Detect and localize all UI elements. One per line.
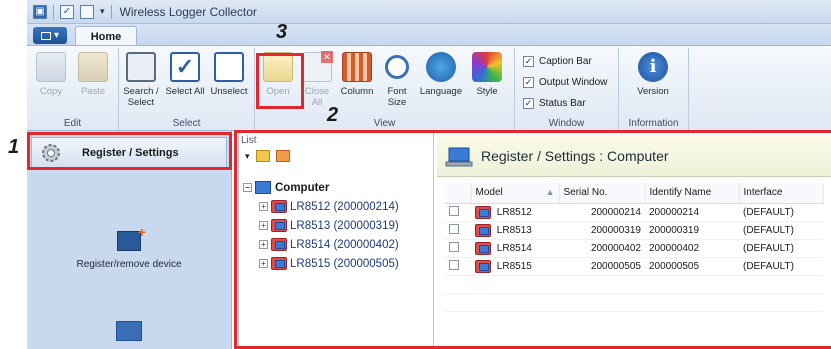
- group-edit: Copy Paste Edit: [27, 48, 119, 130]
- app-menu-dropdown: ▾: [53, 30, 60, 41]
- column-icon: [342, 52, 372, 82]
- paste-icon: [78, 52, 108, 82]
- unselect-label: Unselect: [210, 86, 248, 97]
- group-view-label: View: [373, 118, 396, 129]
- group-information-label: Information: [628, 118, 679, 129]
- status-bar-toggle[interactable]: ✓ Status Bar: [523, 98, 586, 109]
- quick-access-separator: [53, 4, 54, 19]
- font-size-label: Font Size: [387, 86, 407, 108]
- title-bar: ▣ ✓ ▾ Wireless Logger Collector: [27, 0, 831, 24]
- tab-home[interactable]: Home: [75, 26, 137, 47]
- output-window-checkbox[interactable]: ✓: [523, 77, 534, 88]
- annotation-box-register-settings: [27, 132, 232, 170]
- group-select: Search / Select ✓ Select All Unselect Se…: [119, 48, 255, 130]
- search-select-button[interactable]: Search / Select: [119, 52, 163, 108]
- title-separator: [110, 4, 112, 19]
- check-icon[interactable]: ✓: [60, 4, 74, 19]
- square-icon[interactable]: [80, 4, 94, 19]
- ribbon-tab-row: ▾ Home: [27, 24, 831, 47]
- language-label: Language: [419, 86, 463, 97]
- navigation-body: + Register/remove device: [31, 173, 227, 349]
- window-title: Wireless Logger Collector: [119, 4, 257, 19]
- callout-number-3: 3: [276, 21, 288, 43]
- style-label: Style: [476, 86, 498, 97]
- settings-device-icon: [116, 321, 142, 341]
- ribbon: Copy Paste Edit Search / Select ✓ Select…: [27, 45, 831, 131]
- group-select-label: Select: [172, 118, 201, 129]
- copy-label: Copy: [39, 86, 63, 97]
- info-icon: i: [638, 52, 668, 82]
- app-menu-icon: [40, 31, 51, 40]
- column-label: Column: [340, 86, 374, 97]
- select-all-label: Select All: [165, 86, 205, 97]
- output-window-toggle[interactable]: ✓ Output Window: [523, 77, 607, 88]
- paste-button[interactable]: Paste: [73, 52, 113, 97]
- unselect-icon: [214, 52, 244, 82]
- style-button[interactable]: Style: [467, 52, 507, 97]
- version-label: Version: [637, 86, 669, 97]
- paste-label: Paste: [80, 86, 106, 97]
- column-button[interactable]: Column: [337, 52, 377, 97]
- check-all-icon: ✓: [170, 52, 200, 82]
- quick-access-dropdown-icon[interactable]: ▾: [100, 6, 105, 17]
- app-icon[interactable]: ▣: [33, 4, 47, 19]
- close-all-label: Close All: [304, 86, 330, 108]
- application-menu-button[interactable]: ▾: [33, 27, 67, 44]
- select-all-button[interactable]: ✓ Select All: [165, 52, 205, 97]
- plus-icon: +: [137, 224, 146, 240]
- group-window-label: Window: [548, 118, 585, 129]
- status-bar-checkbox[interactable]: ✓: [523, 98, 534, 109]
- caption-bar-toggle[interactable]: ✓ Caption Bar: [523, 56, 592, 67]
- close-x-icon: ✕: [321, 51, 333, 63]
- unselect-button[interactable]: Unselect: [207, 52, 251, 97]
- caption-bar-checkbox[interactable]: ✓: [523, 56, 534, 67]
- group-information: i Version Information: [619, 48, 689, 130]
- copy-icon: [36, 52, 66, 82]
- palette-icon: [472, 52, 502, 82]
- status-bar-label: Status Bar: [539, 98, 586, 109]
- globe-icon: [426, 52, 456, 82]
- close-all-button[interactable]: ✕ Close All: [299, 51, 335, 108]
- callout-number-1: 1: [8, 136, 20, 158]
- close-window-icon: ✕: [302, 51, 333, 82]
- search-select-label: Search / Select: [123, 86, 159, 108]
- device-add-icon: +: [117, 224, 146, 251]
- language-button[interactable]: Language: [417, 52, 465, 97]
- callout-number-2: 2: [327, 104, 339, 126]
- group-edit-label: Edit: [63, 118, 82, 129]
- caption-bar-label: Caption Bar: [539, 56, 592, 67]
- settings-device-item[interactable]: [31, 321, 227, 341]
- annotation-box-content-area: [234, 130, 831, 349]
- annotation-box-open: [256, 53, 304, 109]
- binoculars-icon: [126, 52, 156, 82]
- version-button[interactable]: i Version: [633, 52, 673, 97]
- font-size-button[interactable]: Font Size: [379, 52, 415, 108]
- copy-button[interactable]: Copy: [31, 52, 71, 97]
- register-remove-device-item[interactable]: + Register/remove device: [31, 224, 227, 270]
- group-window: ✓ Caption Bar ✓ Output Window ✓ Status B…: [515, 48, 619, 130]
- register-remove-device-label: Register/remove device: [76, 259, 182, 270]
- zoom-icon: [385, 55, 409, 79]
- output-window-label: Output Window: [539, 77, 608, 88]
